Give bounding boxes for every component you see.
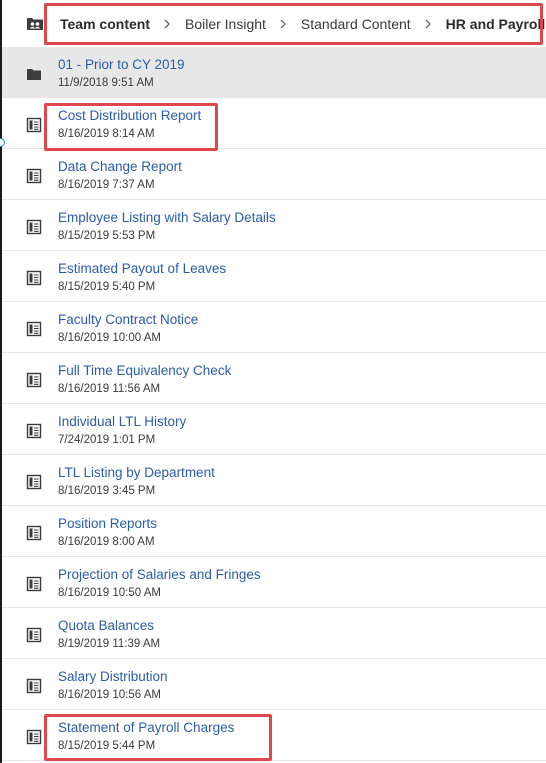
list-item-title[interactable]: Salary Distribution bbox=[58, 669, 168, 684]
list-item[interactable]: Full Time Equivalency Check 8/16/2019 11… bbox=[2, 353, 546, 404]
report-icon bbox=[26, 270, 42, 286]
report-icon bbox=[26, 525, 42, 541]
list-item[interactable]: Employee Listing with Salary Details 8/1… bbox=[2, 200, 546, 251]
list-item-title[interactable]: Projection of Salaries and Fringes bbox=[58, 567, 261, 582]
report-icon bbox=[26, 423, 42, 439]
content-list: 01 - Prior to CY 2019 11/9/2018 9:51 AM … bbox=[2, 47, 546, 761]
report-icon bbox=[26, 219, 42, 235]
list-item-title[interactable]: LTL Listing by Department bbox=[58, 465, 215, 480]
list-item-date: 8/15/2019 5:40 PM bbox=[58, 281, 156, 293]
list-item[interactable]: Individual LTL History 7/24/2019 1:01 PM bbox=[2, 404, 546, 455]
list-item-date: 8/15/2019 5:44 PM bbox=[58, 740, 156, 752]
report-icon bbox=[26, 678, 42, 694]
list-item[interactable]: Data Change Report 8/16/2019 7:37 AM bbox=[2, 149, 546, 200]
report-icon bbox=[26, 576, 42, 592]
list-item-date: 8/16/2019 11:56 AM bbox=[58, 383, 161, 395]
list-item-date: 11/9/2018 9:51 AM bbox=[58, 77, 154, 89]
list-item-date: 8/16/2019 3:45 PM bbox=[58, 485, 156, 497]
report-icon bbox=[26, 627, 42, 643]
list-item[interactable]: Estimated Payout of Leaves 8/15/2019 5:4… bbox=[2, 251, 546, 302]
list-item-date: 8/15/2019 5:53 PM bbox=[58, 230, 156, 242]
list-item-date: 8/16/2019 10:50 AM bbox=[58, 587, 161, 599]
list-item-title[interactable]: Data Change Report bbox=[58, 159, 182, 174]
breadcrumb-boiler-insight[interactable]: Boiler Insight bbox=[185, 16, 266, 32]
breadcrumb-hr-and-payroll[interactable]: HR and Payroll bbox=[446, 16, 546, 32]
chevron-right-icon bbox=[280, 19, 286, 29]
report-icon bbox=[26, 729, 42, 745]
list-item-title[interactable]: Full Time Equivalency Check bbox=[58, 363, 231, 378]
list-item-title[interactable]: Cost Distribution Report bbox=[58, 108, 201, 123]
list-item-title[interactable]: Estimated Payout of Leaves bbox=[58, 261, 226, 276]
list-item-date: 8/16/2019 8:00 AM bbox=[58, 536, 155, 548]
team-content-icon[interactable] bbox=[26, 15, 44, 31]
list-item-date: 8/19/2019 11:39 AM bbox=[58, 638, 161, 650]
list-item[interactable]: Projection of Salaries and Fringes 8/16/… bbox=[2, 557, 546, 608]
list-item-date: 8/16/2019 10:56 AM bbox=[58, 689, 161, 701]
list-item[interactable]: Faculty Contract Notice 8/16/2019 10:00 … bbox=[2, 302, 546, 353]
list-item-date: 8/16/2019 10:00 AM bbox=[58, 332, 161, 344]
list-item-date: 8/16/2019 8:14 AM bbox=[58, 128, 155, 140]
list-item[interactable]: Quota Balances 8/19/2019 11:39 AM bbox=[2, 608, 546, 659]
report-icon bbox=[26, 117, 42, 133]
list-item-date: 8/16/2019 7:37 AM bbox=[58, 179, 155, 191]
list-item-title[interactable]: Employee Listing with Salary Details bbox=[58, 210, 276, 225]
content-browser: Team content Boiler Insight Standard Con… bbox=[0, 0, 546, 763]
list-item-folder[interactable]: 01 - Prior to CY 2019 11/9/2018 9:51 AM bbox=[2, 47, 546, 98]
list-item-title[interactable]: 01 - Prior to CY 2019 bbox=[58, 57, 185, 72]
list-item[interactable]: LTL Listing by Department 8/16/2019 3:45… bbox=[2, 455, 546, 506]
report-icon bbox=[26, 168, 42, 184]
list-item-title[interactable]: Faculty Contract Notice bbox=[58, 312, 198, 327]
list-item-title[interactable]: Position Reports bbox=[58, 516, 157, 531]
breadcrumb: Team content Boiler Insight Standard Con… bbox=[2, 0, 546, 48]
report-icon bbox=[26, 321, 42, 337]
report-icon bbox=[26, 372, 42, 388]
breadcrumb-trail: Team content Boiler Insight Standard Con… bbox=[60, 15, 545, 33]
list-item-title[interactable]: Statement of Payroll Charges bbox=[58, 720, 234, 735]
list-item[interactable]: Cost Distribution Report 8/16/2019 8:14 … bbox=[2, 98, 546, 149]
list-item[interactable]: Position Reports 8/16/2019 8:00 AM bbox=[2, 506, 546, 557]
breadcrumb-standard-content[interactable]: Standard Content bbox=[301, 16, 411, 32]
list-item[interactable]: Salary Distribution 8/16/2019 10:56 AM bbox=[2, 659, 546, 710]
list-item-date: 7/24/2019 1:01 PM bbox=[58, 434, 156, 446]
chevron-right-icon bbox=[164, 19, 170, 29]
list-item-title[interactable]: Individual LTL History bbox=[58, 414, 186, 429]
list-item[interactable]: Statement of Payroll Charges 8/15/2019 5… bbox=[2, 710, 546, 761]
breadcrumb-team-content[interactable]: Team content bbox=[60, 16, 150, 32]
chevron-right-icon bbox=[425, 19, 431, 29]
folder-icon bbox=[27, 69, 41, 80]
list-item-title[interactable]: Quota Balances bbox=[58, 618, 154, 633]
report-icon bbox=[26, 474, 42, 490]
